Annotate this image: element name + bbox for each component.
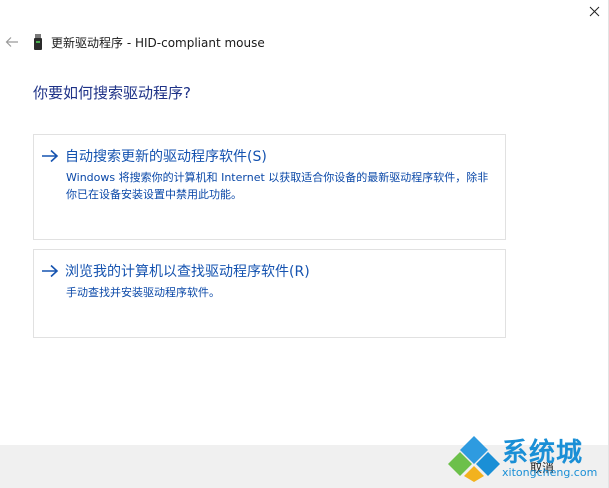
option-title-row: 自动搜索更新的驱动程序软件(S) (40, 146, 267, 166)
close-button[interactable] (580, 0, 608, 22)
browse-computer-title: 浏览我的计算机以查找驱动程序软件(R) (65, 264, 310, 280)
auto-search-option[interactable]: 自动搜索更新的驱动程序软件(S) Windows 将搜索你的计算机和 Inter… (33, 134, 506, 240)
auto-search-description: Windows 将搜索你的计算机和 Internet 以获取适合你设备的最新驱动… (66, 171, 489, 201)
close-icon (589, 6, 599, 16)
right-arrow-icon (40, 261, 60, 281)
right-arrow-icon (40, 146, 60, 166)
dialog-title: 更新驱动程序 - HID-compliant mouse (51, 35, 265, 50)
browse-computer-description: 手动查找并安装驱动程序软件。 (66, 286, 220, 299)
page-heading: 你要如何搜索驱动程序? (33, 84, 191, 102)
dialog-footer: 取消 (0, 445, 608, 488)
back-button[interactable] (1, 31, 23, 53)
dialog-window: 更新驱动程序 - HID-compliant mouse 你要如何搜索驱动程序?… (0, 0, 609, 488)
usb-device-icon (33, 34, 43, 50)
back-arrow-icon (5, 37, 18, 47)
browse-computer-option[interactable]: 浏览我的计算机以查找驱动程序软件(R) 手动查找并安装驱动程序软件。 (33, 249, 506, 338)
dialog-header: 更新驱动程序 - HID-compliant mouse (0, 30, 608, 54)
cancel-button[interactable]: 取消 (504, 455, 580, 479)
option-title-row: 浏览我的计算机以查找驱动程序软件(R) (40, 261, 310, 281)
auto-search-title: 自动搜索更新的驱动程序软件(S) (65, 149, 267, 165)
